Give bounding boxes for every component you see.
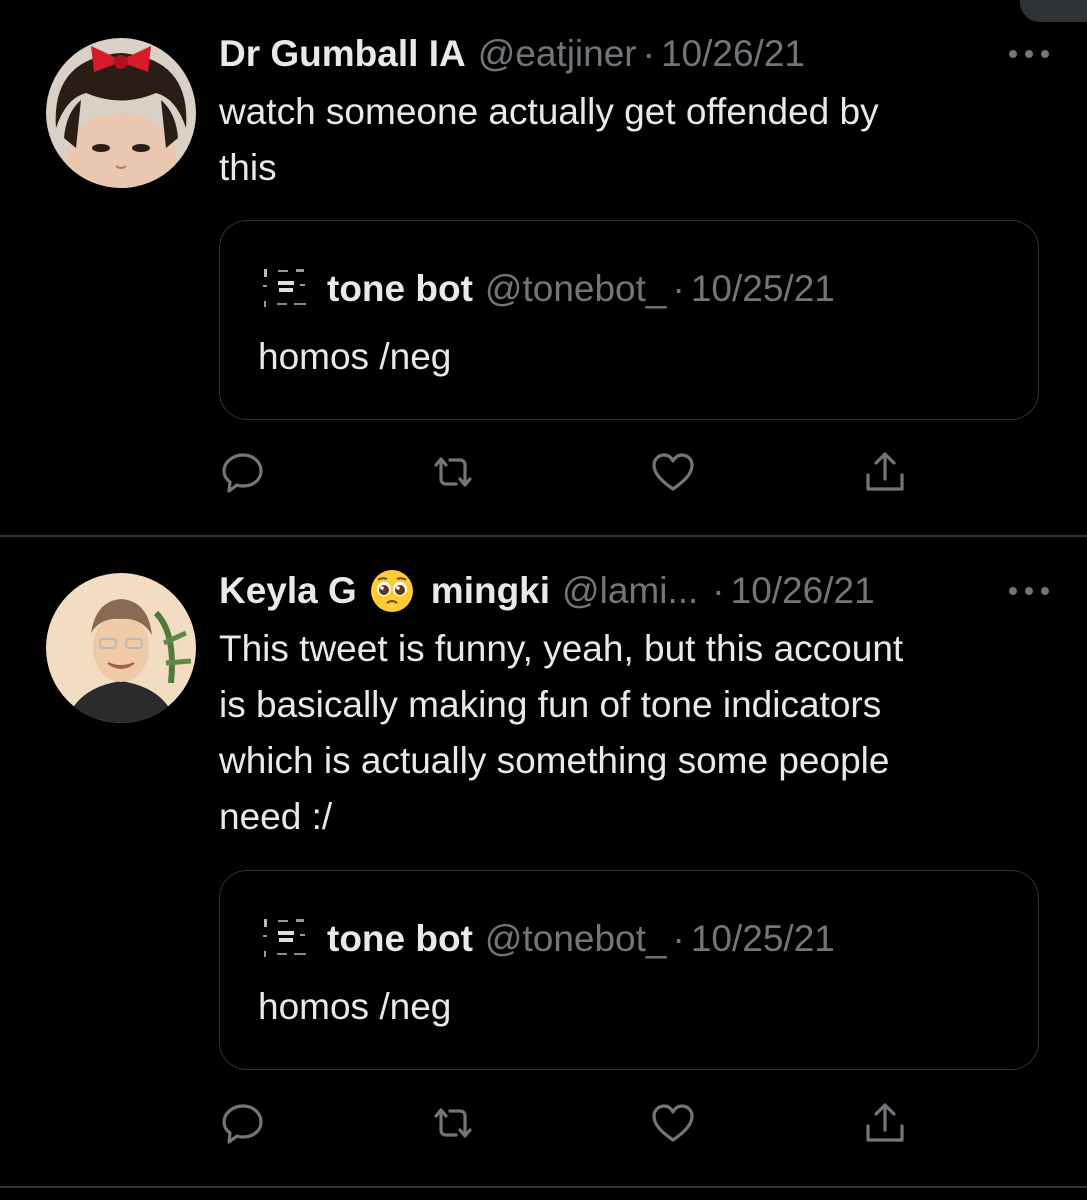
pleading-face-icon bbox=[370, 570, 413, 612]
like-button[interactable] bbox=[649, 1099, 697, 1147]
tweet-text: watch someone actually get offended by t… bbox=[219, 91, 879, 188]
tweet-header: Keyla G mingki @lami... · 10/26/21 bbox=[219, 563, 1057, 619]
handle[interactable]: @lami... bbox=[562, 570, 698, 612]
quote-display-name[interactable]: tone bot bbox=[327, 268, 473, 310]
quote-handle[interactable]: @tonebot_ bbox=[485, 918, 667, 960]
quote-tweet[interactable]: tone bot @tonebot_ · 10/25/21 homos /neg bbox=[219, 870, 1039, 1070]
share-button[interactable] bbox=[861, 448, 909, 496]
avatar[interactable] bbox=[46, 573, 196, 723]
reply-button[interactable] bbox=[219, 448, 267, 496]
like-icon bbox=[652, 1104, 694, 1142]
more-icon[interactable] bbox=[1001, 42, 1057, 66]
action-bar bbox=[219, 1099, 919, 1149]
quote-header: tone bot @tonebot_ · 10/25/21 bbox=[327, 261, 835, 317]
separator-dot: · bbox=[672, 268, 685, 309]
timestamp[interactable]: 10/26/21 bbox=[661, 33, 805, 75]
tweet-divider bbox=[0, 1186, 1087, 1188]
separator-dot: · bbox=[642, 33, 655, 74]
retweet-icon bbox=[434, 1108, 472, 1138]
tweet[interactable]: Keyla G mingki @lami... · 10/26/21 This … bbox=[0, 537, 1087, 1187]
share-icon bbox=[866, 452, 904, 491]
tweet[interactable]: Dr Gumball IA @eatjiner · 10/26/21 watch… bbox=[0, 0, 1087, 535]
avatar-photo-red-bow bbox=[46, 38, 196, 188]
quote-tweet[interactable]: tone bot @tonebot_ · 10/25/21 homos /neg bbox=[219, 220, 1039, 420]
retweet-icon bbox=[434, 457, 472, 487]
timestamp[interactable]: 10/26/21 bbox=[731, 570, 875, 612]
display-name[interactable]: Dr Gumball IA bbox=[219, 33, 466, 75]
avatar[interactable] bbox=[46, 38, 196, 188]
tone-bot-logo-icon bbox=[260, 265, 316, 315]
handle[interactable]: @eatjiner bbox=[478, 33, 637, 75]
share-icon bbox=[866, 1103, 904, 1142]
separator-dot: · bbox=[672, 918, 685, 959]
quote-text: homos /neg bbox=[258, 986, 452, 1027]
quote-header: tone bot @tonebot_ · 10/25/21 bbox=[327, 911, 835, 967]
more-icon[interactable] bbox=[1001, 579, 1057, 603]
share-button[interactable] bbox=[861, 1099, 909, 1147]
reply-icon bbox=[222, 1104, 263, 1144]
avatar-photo-smiling bbox=[46, 573, 196, 723]
tweet-text: This tweet is funny, yeah, but this acco… bbox=[219, 628, 904, 837]
quote-text: homos /neg bbox=[258, 336, 452, 377]
quote-timestamp[interactable]: 10/25/21 bbox=[691, 268, 835, 310]
display-name[interactable]: Keyla G bbox=[219, 570, 357, 612]
reply-button[interactable] bbox=[219, 1099, 267, 1147]
tone-bot-logo-icon bbox=[260, 915, 316, 965]
reply-icon bbox=[222, 453, 263, 493]
display-name-suffix[interactable]: mingki bbox=[431, 570, 550, 612]
quote-display-name[interactable]: tone bot bbox=[327, 918, 473, 960]
quote-timestamp[interactable]: 10/25/21 bbox=[691, 918, 835, 960]
quote-handle[interactable]: @tonebot_ bbox=[485, 268, 667, 310]
like-button[interactable] bbox=[649, 448, 697, 496]
tweet-header: Dr Gumball IA @eatjiner · 10/26/21 bbox=[219, 26, 1057, 82]
retweet-button[interactable] bbox=[429, 448, 477, 496]
retweet-button[interactable] bbox=[429, 1099, 477, 1147]
action-bar bbox=[219, 448, 919, 498]
like-icon bbox=[652, 453, 694, 491]
separator-dot: · bbox=[712, 570, 725, 611]
